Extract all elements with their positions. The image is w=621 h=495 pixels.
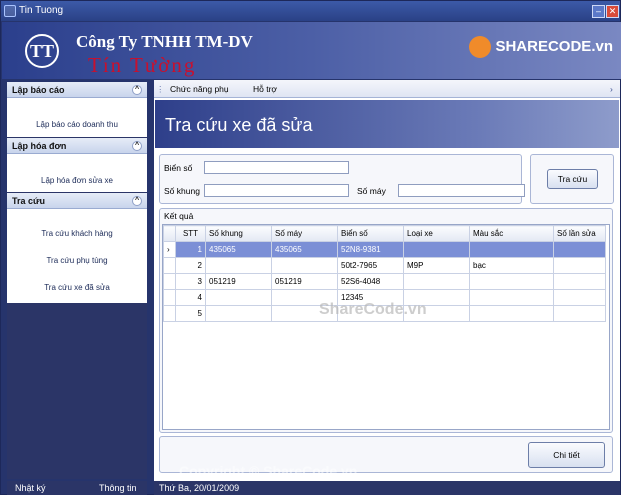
column-header[interactable]: Loại xe — [403, 225, 470, 242]
nhat-ky-tab[interactable]: Nhật ký — [15, 481, 46, 495]
sidebar-item-tra-cuu-phu-tung[interactable]: Tra cứu phụ tùng — [7, 252, 147, 270]
so-khung-label: Số khung — [164, 186, 200, 196]
table-cell[interactable] — [469, 289, 554, 306]
chevron-right-icon[interactable]: › — [610, 84, 613, 94]
table-cell[interactable] — [205, 305, 272, 322]
search-group: Biển số Số khung Số máy — [159, 154, 525, 204]
column-header[interactable]: Số khung — [205, 225, 272, 242]
tra-cuu-button[interactable]: Tra cứu — [547, 169, 598, 189]
table-row[interactable]: 2 50t2-7965 M9P bạc — [163, 257, 606, 274]
chi-tiet-button[interactable]: Chi tiết — [528, 442, 605, 468]
table-cell[interactable]: 52S6-4048 — [337, 273, 404, 290]
minimize-button[interactable]: – — [592, 5, 605, 18]
table-cell[interactable]: 2 — [175, 257, 206, 274]
sidebar-footer: Nhật ký Thông tin — [7, 481, 147, 495]
grip-icon: ⋮ — [156, 84, 165, 94]
table-cell[interactable] — [553, 241, 606, 258]
table-cell[interactable]: 3 — [175, 273, 206, 290]
so-khung-input[interactable] — [204, 184, 349, 197]
watermark-center: ShareCode.vn — [319, 301, 427, 318]
table-cell[interactable] — [403, 273, 470, 290]
table-cell[interactable] — [205, 257, 272, 274]
table-row[interactable]: 3 051219 051219 52S6-4048 — [163, 273, 606, 290]
table-cell[interactable] — [205, 289, 272, 306]
app-window: Tin Tuong – ✕ TT Công Ty TNHH TM-DV Tín … — [0, 0, 621, 495]
row-pointer-icon[interactable]: › — [163, 241, 176, 258]
chevron-up-icon[interactable]: ^ — [132, 141, 142, 151]
table-cell[interactable]: 051219 — [271, 273, 338, 290]
thong-tin-tab[interactable]: Thông tin — [99, 481, 137, 495]
menu-bar: ⋮ Chức năng phụ Hỗ trợ › — [154, 80, 620, 98]
row-header[interactable] — [163, 305, 176, 322]
table-cell[interactable] — [271, 257, 338, 274]
main-panel: ⋮ Chức năng phụ Hỗ trợ › Tra cứu xe đã s… — [154, 80, 620, 481]
panel-lap-hoa-don: Lập hóa đơn ^ Lập hóa đơn sửa xe — [7, 138, 147, 192]
table-cell[interactable] — [553, 257, 606, 274]
table-cell[interactable]: bạc — [469, 257, 554, 274]
company-name: Công Ty TNHH TM-DV — [76, 32, 253, 51]
table-cell[interactable]: 435065 — [205, 241, 272, 258]
row-header[interactable] — [163, 289, 176, 306]
panel-header[interactable]: Lập báo cáo ^ — [7, 82, 147, 98]
row-header-corner — [163, 225, 176, 242]
watermark-copyright: Copyright © ShareCode.vn — [179, 463, 358, 479]
column-header[interactable]: Biển số — [337, 225, 404, 242]
table-cell[interactable]: 051219 — [205, 273, 272, 290]
close-button[interactable]: ✕ — [606, 5, 619, 18]
window-title: Tin Tuong — [19, 5, 64, 16]
results-label: Kết quả — [164, 211, 194, 221]
table-cell[interactable]: 1 — [175, 241, 206, 258]
page-banner: Tra cứu xe đã sửa — [155, 100, 619, 148]
results-grid: STT Số khung Số máy Biển số Loại xe Màu sắc Số… — [162, 224, 610, 430]
so-may-label: Số máy — [357, 186, 386, 196]
table-cell[interactable] — [553, 273, 606, 290]
status-date: Thứ Ba, 20/01/2009 — [159, 483, 240, 493]
chevron-up-icon[interactable]: ^ — [132, 85, 142, 95]
sidebar: Lập báo cáo ^ Lập báo cáo doanh thu Lập h… — [7, 82, 147, 479]
table-cell[interactable]: 52N8-9381 — [337, 241, 404, 258]
table-cell[interactable] — [469, 241, 554, 258]
bien-so-label: Biển số — [164, 163, 193, 173]
page-title: Tra cứu xe đã sửa — [165, 115, 313, 135]
menu-chuc-nang-phu[interactable]: Chức năng phụ — [170, 84, 229, 94]
table-cell[interactable] — [469, 273, 554, 290]
table-cell[interactable]: 435065 — [271, 241, 338, 258]
search-button-group: Tra cứu — [530, 154, 614, 204]
table-cell[interactable]: 50t2-7965 — [337, 257, 404, 274]
column-header[interactable]: Màu sắc — [469, 225, 554, 242]
so-may-input[interactable] — [398, 184, 525, 197]
sidebar-item-tra-cuu-xe-da-sua[interactable]: Tra cứu xe đã sửa — [7, 279, 147, 297]
table-cell[interactable] — [469, 305, 554, 322]
title-bar: Tin Tuong – ✕ — [1, 1, 620, 21]
table-cell[interactable] — [553, 289, 606, 306]
company-brand: Tín Tường — [88, 53, 197, 77]
column-header[interactable]: Số máy — [271, 225, 338, 242]
panel-header[interactable]: Tra cứu ^ — [7, 193, 147, 209]
row-header[interactable] — [163, 257, 176, 274]
sidebar-item-hoa-don-sua-xe[interactable]: Lập hóa đơn sửa xe — [7, 172, 147, 190]
bien-so-input[interactable] — [204, 161, 349, 174]
menu-ho-tro[interactable]: Hỗ trợ — [253, 84, 277, 94]
panel-lap-bao-cao: Lập báo cáo ^ Lập báo cáo doanh thu — [7, 82, 147, 137]
sidebar-item-bao-cao-doanh-thu[interactable]: Lập báo cáo doanh thu — [7, 116, 147, 134]
panel-header[interactable]: Lập hóa đơn ^ — [7, 138, 147, 154]
column-header[interactable]: STT — [175, 225, 206, 242]
table-row[interactable]: › 1 435065 435065 52N8-9381 — [163, 241, 606, 258]
row-header[interactable] — [163, 273, 176, 290]
app-icon — [4, 5, 16, 17]
table-cell[interactable] — [553, 305, 606, 322]
table-cell[interactable] — [403, 241, 470, 258]
table-cell[interactable]: 4 — [175, 289, 206, 306]
chevron-up-icon[interactable]: ^ — [132, 196, 142, 206]
status-bar: Thứ Ba, 20/01/2009 — [154, 481, 620, 495]
company-logo: TT — [25, 34, 59, 68]
panel-tra-cuu: Tra cứu ^ Tra cứu khách hàng Tra cứu phụ … — [7, 193, 147, 303]
table-cell[interactable]: 5 — [175, 305, 206, 322]
company-header: TT Công Ty TNHH TM-DV Tín Tường SHARECOD… — [2, 22, 621, 79]
sidebar-item-tra-cuu-khach-hang[interactable]: Tra cứu khách hàng — [7, 225, 147, 243]
watermark-logo: SHARECODE.vn — [469, 36, 613, 58]
column-header[interactable]: Số lần sửa — [553, 225, 606, 242]
table-cell[interactable]: M9P — [403, 257, 470, 274]
